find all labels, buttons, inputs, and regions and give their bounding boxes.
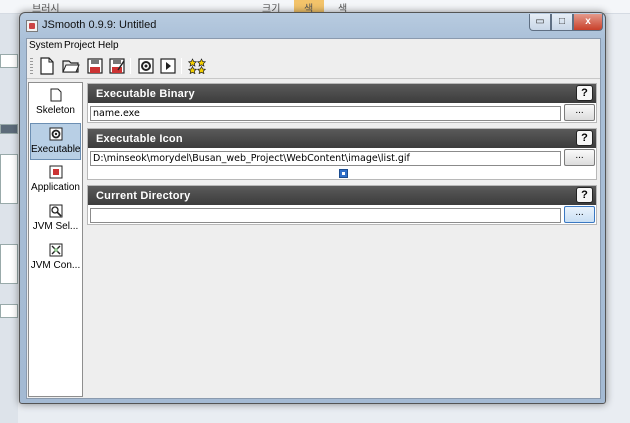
current-directory-field[interactable] <box>90 208 561 223</box>
jvm-configuration-icon <box>49 243 62 257</box>
current-directory-panel: Current Directory ? ... <box>87 185 597 225</box>
menu-bar: System Project Help <box>27 39 600 53</box>
jvm-selection-icon <box>49 204 62 218</box>
help-button[interactable]: ? <box>576 187 593 203</box>
help-button[interactable]: ? <box>576 85 593 101</box>
sidebar-item-skeleton[interactable]: Skeleton <box>30 85 81 122</box>
title-bar[interactable]: JSmooth 0.9.9: Untitled ▭ □ x <box>20 13 605 37</box>
browse-button[interactable]: ... <box>564 149 595 166</box>
sidebar: Skeleton Executable Application JVM Sel.… <box>28 82 83 397</box>
save-as-icon[interactable] <box>107 56 127 76</box>
browse-button[interactable]: ... <box>564 206 595 223</box>
executable-icon-panel: Executable Icon ? D:\minseok\morydel\Bus… <box>87 128 597 180</box>
skeleton-icon <box>50 88 61 102</box>
new-document-icon[interactable] <box>37 56 57 76</box>
toolbar-separator <box>130 58 131 74</box>
browse-button[interactable]: ... <box>564 104 595 121</box>
client-area: System Project Help Skeleton Executable … <box>26 38 601 399</box>
sidebar-item-label: Application <box>31 182 80 193</box>
sidebar-item-label: Skeleton <box>36 105 75 116</box>
stars-icon[interactable] <box>187 56 207 76</box>
executable-icon <box>49 127 62 141</box>
icon-preview-icon <box>339 169 348 178</box>
sidebar-item-application[interactable]: Application <box>30 162 81 199</box>
panel-title: Current Directory <box>88 186 596 205</box>
toolbar-grip[interactable] <box>30 58 33 74</box>
open-folder-icon[interactable] <box>61 56 81 76</box>
sidebar-item-jvm-selection[interactable]: JVM Sel... <box>30 201 81 238</box>
menu-help[interactable]: Help <box>98 40 119 51</box>
maximize-button[interactable]: □ <box>551 14 573 31</box>
app-icon <box>26 20 38 32</box>
toolbar <box>27 53 600 79</box>
minimize-button[interactable]: ▭ <box>529 14 551 31</box>
executable-binary-field[interactable]: name.exe <box>90 106 561 121</box>
sidebar-item-jvm-configuration[interactable]: JVM Con... <box>30 240 81 277</box>
run-icon[interactable] <box>158 56 178 76</box>
sidebar-item-executable[interactable]: Executable <box>30 123 81 160</box>
jsmooth-window: JSmooth 0.9.9: Untitled ▭ □ x System Pro… <box>19 12 606 404</box>
sidebar-item-label: JVM Sel... <box>32 221 79 232</box>
menu-project[interactable]: Project <box>64 40 95 51</box>
background-panel <box>0 14 18 423</box>
executable-icon-field[interactable]: D:\minseok\morydel\Busan_web_Project\Web… <box>90 151 561 166</box>
compile-icon[interactable] <box>136 56 156 76</box>
toolbar-separator <box>181 58 182 74</box>
application-icon <box>49 165 62 179</box>
close-button[interactable]: x <box>573 14 603 31</box>
sidebar-item-label: JVM Con... <box>30 260 81 271</box>
menu-system[interactable]: System <box>29 40 62 51</box>
help-button[interactable]: ? <box>576 130 593 146</box>
save-icon[interactable] <box>85 56 105 76</box>
panel-title: Executable Icon <box>88 129 596 148</box>
panel-title: Executable Binary <box>88 84 596 103</box>
window-title: JSmooth 0.9.9: Untitled <box>42 19 157 31</box>
sidebar-item-label: Executable <box>31 144 81 155</box>
executable-binary-panel: Executable Binary ? name.exe ... <box>87 83 597 123</box>
